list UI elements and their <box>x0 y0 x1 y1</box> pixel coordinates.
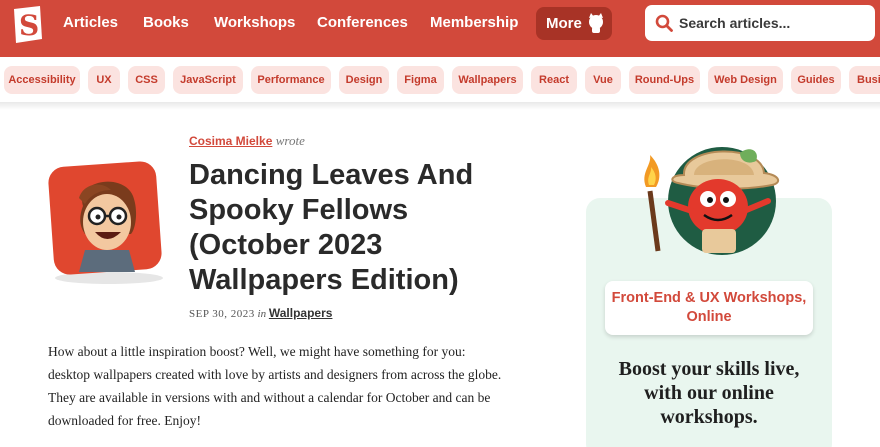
search-input[interactable] <box>679 11 864 35</box>
boost-skills-text: Boost your skills live, with our online … <box>618 358 800 428</box>
search-icon <box>655 14 673 32</box>
tag-accessibility[interactable]: Accessibility <box>4 66 80 94</box>
tag-business[interactable]: Busi <box>849 66 880 94</box>
tag-web-design[interactable]: Web Design <box>708 66 783 94</box>
tag-figma[interactable]: Figma <box>397 66 444 94</box>
svg-text:S: S <box>19 9 39 42</box>
cat-mascot-icon <box>589 13 603 33</box>
tag-css[interactable]: CSS <box>128 66 165 94</box>
more-label: More <box>546 15 582 32</box>
smashing-logo[interactable]: S <box>10 5 44 45</box>
article-intro: How about a little inspiration boost? We… <box>48 344 502 428</box>
wrote-label: wrote <box>275 133 305 148</box>
article-title: Dancing Leaves And Spooky Fellows (Octob… <box>189 159 474 296</box>
tag-ux[interactable]: UX <box>88 66 120 94</box>
tag-performance[interactable]: Performance <box>251 66 331 94</box>
nav-articles[interactable]: Articles <box>63 14 118 32</box>
nav-conferences[interactable]: Conferences <box>317 14 408 32</box>
workshops-link-box[interactable]: Front-End & UX Workshops, Online <box>605 281 813 335</box>
category-link[interactable]: Wallpapers <box>269 306 333 320</box>
divider <box>0 102 880 110</box>
author-link[interactable]: Cosima Mielke <box>189 134 272 148</box>
tag-round-ups[interactable]: Round-Ups <box>629 66 700 94</box>
article-date: SEP 30, 2023 <box>189 308 255 320</box>
author-avatar[interactable] <box>45 160 167 284</box>
tag-javascript[interactable]: JavaScript <box>173 66 243 94</box>
category-tags: Accessibility UX CSS JavaScript Performa… <box>0 66 880 96</box>
explorer-mascot-illustration <box>644 147 780 255</box>
tag-guides[interactable]: Guides <box>791 66 841 94</box>
nav-books[interactable]: Books <box>143 14 189 32</box>
tag-wallpapers[interactable]: Wallpapers <box>452 66 523 94</box>
more-button[interactable]: More <box>536 7 612 40</box>
tag-vue[interactable]: Vue <box>585 66 621 94</box>
article-meta: SEP 30, 2023 in Wallpapers <box>189 306 332 320</box>
tag-design[interactable]: Design <box>339 66 389 94</box>
in-label: in <box>257 308 267 320</box>
nav-membership[interactable]: Membership <box>430 14 518 32</box>
nav-workshops[interactable]: Workshops <box>214 14 295 32</box>
author-line: Cosima Mielke wrote <box>189 133 305 149</box>
search-box[interactable] <box>645 5 875 41</box>
tag-react[interactable]: React <box>531 66 577 94</box>
